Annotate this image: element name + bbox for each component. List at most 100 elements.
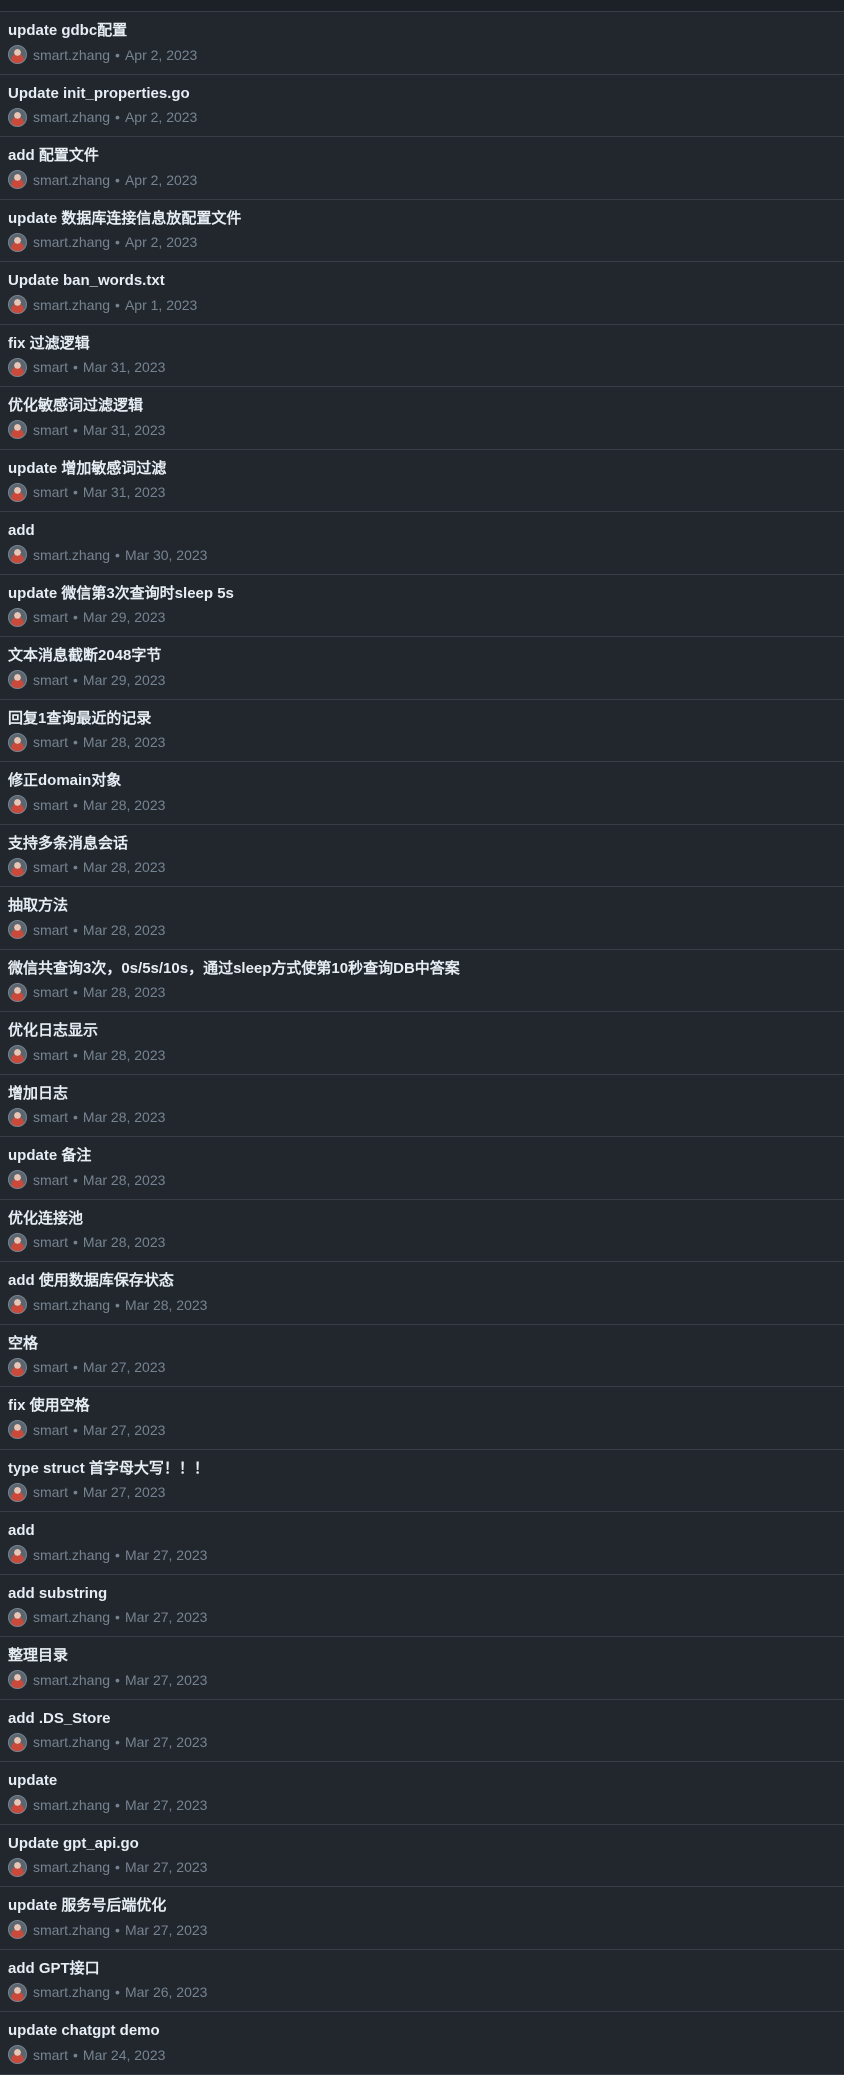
commit-row[interactable]: 空格 smart • Mar 27, 2023	[0, 1324, 844, 1387]
commit-author-link[interactable]: smart	[33, 983, 68, 1001]
author-avatar-icon[interactable]	[8, 482, 27, 502]
commit-row[interactable]: add 使用数据库保存状态 smart.zhang • Mar 28, 2023	[0, 1262, 844, 1325]
commit-title-link[interactable]: 整理目录	[8, 1646, 68, 1666]
commit-author-link[interactable]: smart	[33, 733, 68, 751]
commit-row[interactable]: update 数据库连接信息放配置文件 smart.zhang • Apr 2,…	[0, 199, 844, 262]
commit-author-link[interactable]: smart	[33, 1358, 68, 1376]
commit-author-link[interactable]: smart.zhang	[33, 1608, 110, 1626]
commit-author-link[interactable]: smart.zhang	[33, 546, 110, 564]
commit-title-link[interactable]: 支持多条消息会话	[8, 834, 128, 854]
commit-row[interactable]: add .DS_Store smart.zhang • Mar 27, 2023	[0, 1699, 844, 1762]
commit-author-link[interactable]: smart.zhang	[33, 108, 110, 126]
author-avatar-icon[interactable]	[8, 1607, 27, 1627]
commit-author-link[interactable]: smart	[33, 1171, 68, 1189]
commit-title-link[interactable]: add .DS_Store	[8, 1709, 111, 1729]
commit-row[interactable]: 修正domain对象 smart • Mar 28, 2023	[0, 762, 844, 825]
commit-row[interactable]: update 备注 smart • Mar 28, 2023	[0, 1137, 844, 1200]
commit-author-link[interactable]: smart	[33, 1108, 68, 1126]
commit-title-link[interactable]: update chatgpt demo	[8, 2021, 160, 2041]
commit-row[interactable]: 微信共查询3次，0s/5s/10s，通过sleep方式使第10秒查询DB中答案 …	[0, 949, 844, 1012]
commit-title-link[interactable]: update	[8, 1771, 57, 1791]
commit-author-link[interactable]: smart.zhang	[33, 1671, 110, 1689]
commit-title-link[interactable]: 优化日志显示	[8, 1021, 98, 1041]
commit-title-link[interactable]: 优化连接池	[8, 1209, 83, 1229]
commit-author-link[interactable]: smart.zhang	[33, 1546, 110, 1564]
author-avatar-icon[interactable]	[8, 420, 27, 440]
author-avatar-icon[interactable]	[8, 107, 27, 127]
commit-title-link[interactable]: 微信共查询3次，0s/5s/10s，通过sleep方式使第10秒查询DB中答案	[8, 959, 460, 979]
author-avatar-icon[interactable]	[8, 795, 27, 815]
commit-author-link[interactable]: smart.zhang	[33, 1921, 110, 1939]
commit-row[interactable]: Update gpt_api.go smart.zhang • Mar 27, …	[0, 1824, 844, 1887]
author-avatar-icon[interactable]	[8, 1857, 27, 1877]
author-avatar-icon[interactable]	[8, 2045, 27, 2065]
commit-author-link[interactable]: smart.zhang	[33, 1983, 110, 2001]
author-avatar-icon[interactable]	[8, 1482, 27, 1502]
author-avatar-icon[interactable]	[8, 1295, 27, 1315]
commit-author-link[interactable]: smart	[33, 1421, 68, 1439]
commit-title-link[interactable]: add substring	[8, 1584, 107, 1604]
commit-title-link[interactable]: 增加日志	[8, 1084, 68, 1104]
author-avatar-icon[interactable]	[8, 1045, 27, 1065]
commit-title-link[interactable]: update gdbc配置	[8, 21, 127, 41]
commit-author-link[interactable]: smart	[33, 483, 68, 501]
commit-author-link[interactable]: smart	[33, 2046, 68, 2064]
author-avatar-icon[interactable]	[8, 1232, 27, 1252]
author-avatar-icon[interactable]	[8, 1732, 27, 1752]
commit-row[interactable]: 优化日志显示 smart • Mar 28, 2023	[0, 1012, 844, 1075]
author-avatar-icon[interactable]	[8, 1982, 27, 2002]
commit-title-link[interactable]: add 使用数据库保存状态	[8, 1271, 174, 1291]
commit-author-link[interactable]: smart.zhang	[33, 1733, 110, 1751]
author-avatar-icon[interactable]	[8, 1107, 27, 1127]
commit-row[interactable]: fix 过滤逻辑 smart • Mar 31, 2023	[0, 324, 844, 387]
commit-author-link[interactable]: smart	[33, 608, 68, 626]
commit-row[interactable]: 整理目录 smart.zhang • Mar 27, 2023	[0, 1637, 844, 1700]
commit-title-link[interactable]: 抽取方法	[8, 896, 68, 916]
commit-author-link[interactable]: smart	[33, 796, 68, 814]
commit-row[interactable]: add substring smart.zhang • Mar 27, 2023	[0, 1574, 844, 1637]
commit-row[interactable]: Update init_properties.go smart.zhang • …	[0, 74, 844, 137]
author-avatar-icon[interactable]	[8, 857, 27, 877]
commit-title-link[interactable]: Update gpt_api.go	[8, 1834, 139, 1854]
commit-author-link[interactable]: smart	[33, 921, 68, 939]
commit-author-link[interactable]: smart	[33, 858, 68, 876]
author-avatar-icon[interactable]	[8, 545, 27, 565]
author-avatar-icon[interactable]	[8, 232, 27, 252]
commit-title-link[interactable]: add 配置文件	[8, 146, 99, 166]
commit-row[interactable]: add GPT接口 smart.zhang • Mar 26, 2023	[0, 1949, 844, 2012]
commit-row[interactable]: 优化敏感词过滤逻辑 smart • Mar 31, 2023	[0, 387, 844, 450]
commit-title-link[interactable]: 回复1查询最近的记录	[8, 709, 151, 729]
commit-title-link[interactable]: update 服务号后端优化	[8, 1896, 166, 1916]
commit-title-link[interactable]: add GPT接口	[8, 1959, 100, 1979]
commit-row[interactable]: 优化连接池 smart • Mar 28, 2023	[0, 1199, 844, 1262]
commit-row[interactable]: Update ban_words.txt smart.zhang • Apr 1…	[0, 262, 844, 325]
author-avatar-icon[interactable]	[8, 1545, 27, 1565]
commit-author-link[interactable]: smart.zhang	[33, 1796, 110, 1814]
commit-author-link[interactable]: smart.zhang	[33, 1858, 110, 1876]
commit-row[interactable]: 文本消息截断2048字节 smart • Mar 29, 2023	[0, 637, 844, 700]
commit-row[interactable]: update chatgpt demo smart • Mar 24, 2023	[0, 2012, 844, 2075]
commit-title-link[interactable]: 空格	[8, 1334, 38, 1354]
author-avatar-icon[interactable]	[8, 1920, 27, 1940]
author-avatar-icon[interactable]	[8, 982, 27, 1002]
commit-title-link[interactable]: 文本消息截断2048字节	[8, 646, 161, 666]
author-avatar-icon[interactable]	[8, 1795, 27, 1815]
commit-row[interactable]: fix 使用空格 smart • Mar 27, 2023	[0, 1387, 844, 1450]
author-avatar-icon[interactable]	[8, 45, 27, 65]
commit-title-link[interactable]: fix 使用空格	[8, 1396, 90, 1416]
author-avatar-icon[interactable]	[8, 1170, 27, 1190]
commit-row[interactable]: type struct 首字母大写！！！ smart • Mar 27, 202…	[0, 1449, 844, 1512]
commit-row[interactable]: 抽取方法 smart • Mar 28, 2023	[0, 887, 844, 950]
author-avatar-icon[interactable]	[8, 732, 27, 752]
commit-author-link[interactable]: smart	[33, 421, 68, 439]
commit-author-link[interactable]: smart.zhang	[33, 171, 110, 189]
commit-title-link[interactable]: 修正domain对象	[8, 771, 121, 791]
commit-row[interactable]: add 配置文件 smart.zhang • Apr 2, 2023	[0, 137, 844, 200]
commit-author-link[interactable]: smart.zhang	[33, 233, 110, 251]
author-avatar-icon[interactable]	[8, 670, 27, 690]
author-avatar-icon[interactable]	[8, 1670, 27, 1690]
commit-title-link[interactable]: update 备注	[8, 1146, 91, 1166]
author-avatar-icon[interactable]	[8, 1420, 27, 1440]
author-avatar-icon[interactable]	[8, 1357, 27, 1377]
commit-title-link[interactable]: add	[8, 521, 35, 541]
